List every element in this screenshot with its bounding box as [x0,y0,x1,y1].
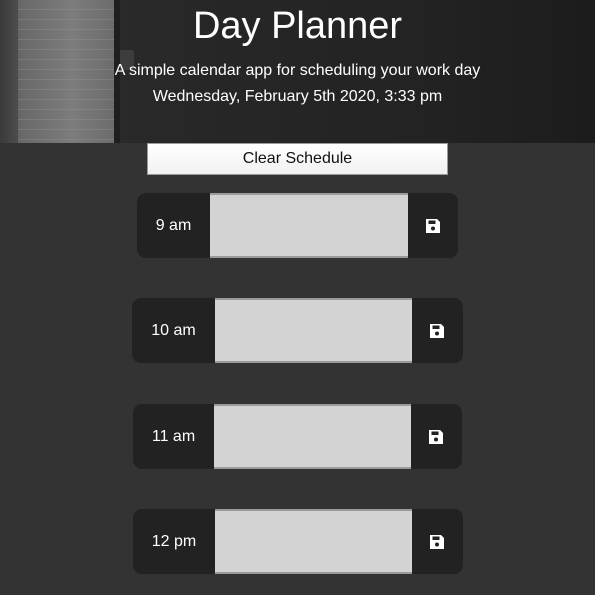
save-button[interactable] [411,404,461,469]
save-button[interactable] [412,298,462,363]
page-subtitle: A simple calendar app for scheduling you… [114,62,481,79]
time-block-10am: 10 am [132,298,463,363]
hour-label: 9 am [155,217,192,234]
save-button[interactable] [412,509,462,574]
time-block-12pm: 12 pm [133,509,463,574]
day-planner-page: Day Planner A simple calendar app for sc… [0,0,595,595]
hour-label: 11 am [151,428,196,445]
page-title: Day Planner [192,5,403,47]
event-input[interactable] [210,193,408,258]
floppy-disk-icon [428,429,444,445]
event-input[interactable] [214,404,411,469]
time-block-9am: 9 am [137,193,458,258]
event-input[interactable] [215,509,412,574]
floppy-disk-icon [425,218,441,234]
event-input[interactable] [215,298,412,363]
save-button[interactable] [408,193,458,258]
hour-label: 10 am [151,322,196,339]
hour-label: 12 pm [151,533,197,550]
clear-schedule-button[interactable]: Clear Schedule [147,143,448,175]
current-datetime: Wednesday, February 5th 2020, 3:33 pm [152,88,443,105]
time-block-11am: 11 am [133,404,462,469]
floppy-disk-icon [429,534,445,550]
floppy-disk-icon [429,323,445,339]
